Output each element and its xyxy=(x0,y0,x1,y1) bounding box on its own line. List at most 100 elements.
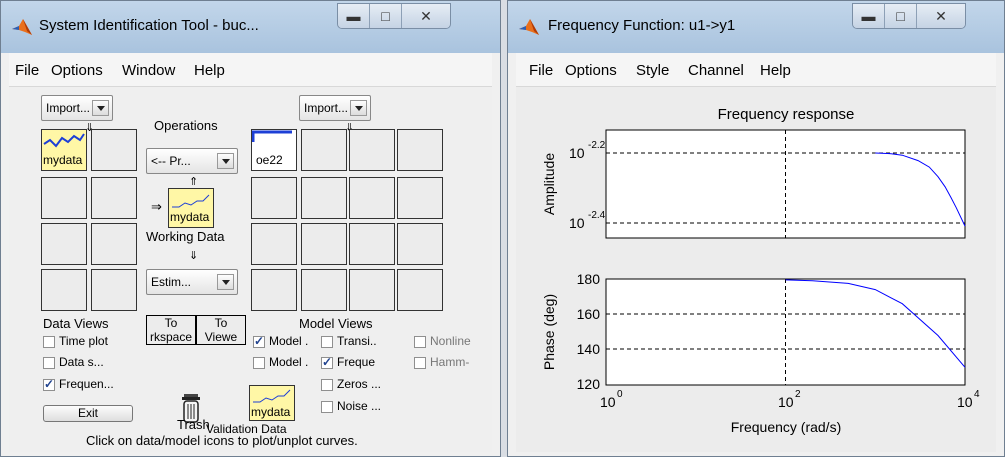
model-views-heading: Model Views xyxy=(299,316,373,331)
menu-bar: File Options Window Help xyxy=(9,53,492,87)
menu-options[interactable]: Options xyxy=(51,62,103,79)
model-slot[interactable] xyxy=(301,223,347,265)
close-icon[interactable]: ✕ xyxy=(917,4,965,28)
model-slot[interactable] xyxy=(349,177,395,219)
to-workspace-button[interactable]: To rkspace xyxy=(146,315,196,345)
data-slot[interactable] xyxy=(41,269,87,311)
data-views-heading: Data Views xyxy=(43,316,109,331)
model-slot[interactable] xyxy=(251,177,297,219)
model-view-checkbox[interactable] xyxy=(414,357,426,369)
model-icon-label: oe22 xyxy=(256,153,283,167)
preprocess-popup[interactable]: <-- Pr... xyxy=(146,148,238,174)
data-icon-label: mydata xyxy=(43,153,83,167)
window-title: Frequency Function: u1->y1 xyxy=(548,17,736,34)
x-tick-label: 10 xyxy=(957,394,973,410)
model-view-label: Noise ... xyxy=(337,399,382,413)
plot-title: Frequency response xyxy=(718,106,855,123)
data-view-checkbox[interactable] xyxy=(43,377,55,391)
working-data-label: Working Data xyxy=(146,229,225,244)
phase-tick-label: 140 xyxy=(577,341,601,357)
chevron-down-icon xyxy=(350,100,367,116)
to-viewer-button[interactable]: To Viewe xyxy=(196,315,246,345)
window-controls: ▬ □ ✕ xyxy=(852,3,966,29)
data-view-label: Time plot xyxy=(59,334,108,348)
model-view-checkbox[interactable] xyxy=(321,379,333,391)
model-slot[interactable] xyxy=(301,129,347,171)
menu-channel[interactable]: Channel xyxy=(688,62,744,79)
trash-label: Trash xyxy=(177,417,210,432)
menu-bar: File Options Style Channel Help xyxy=(516,53,996,87)
validation-data-icon[interactable]: mydata xyxy=(249,385,295,421)
matlab-logo-icon xyxy=(12,19,32,35)
model-slot[interactable] xyxy=(349,223,395,265)
title-bar[interactable]: Frequency Function: u1->y1 ▬ □ ✕ xyxy=(508,1,1004,53)
model-view-checkbox[interactable] xyxy=(414,336,426,348)
data-thumbnail-icon xyxy=(253,389,291,403)
x-tick-label: 10 xyxy=(600,394,616,410)
minimize-icon[interactable]: ▬ xyxy=(338,4,370,28)
model-view-checkbox[interactable] xyxy=(321,401,333,413)
menu-style[interactable]: Style xyxy=(636,62,669,79)
exit-button[interactable]: Exit xyxy=(43,405,133,422)
data-thumbnail-icon xyxy=(43,133,85,148)
working-data-icon[interactable]: mydata xyxy=(168,188,214,228)
data-view-checkbox[interactable] xyxy=(43,336,55,348)
model-slot[interactable] xyxy=(397,177,443,219)
model-slot[interactable] xyxy=(251,269,297,311)
model-slot[interactable] xyxy=(349,129,395,171)
phase-tick-label: 120 xyxy=(577,376,601,392)
import-data-popup[interactable]: Import... xyxy=(41,95,113,121)
model-view-label: Freque xyxy=(337,355,376,369)
data-slot[interactable] xyxy=(91,269,137,311)
data-icon-mydata[interactable]: mydata xyxy=(41,129,87,171)
menu-file[interactable]: File xyxy=(529,62,553,79)
model-view-checkbox[interactable] xyxy=(253,357,265,369)
model-slot[interactable] xyxy=(301,269,347,311)
model-icon-oe22[interactable]: oe22 xyxy=(251,129,297,171)
import-models-popup[interactable]: Import... xyxy=(299,95,371,121)
menu-help[interactable]: Help xyxy=(760,62,791,79)
model-slot[interactable] xyxy=(251,223,297,265)
model-view-label: Model . xyxy=(269,334,309,348)
model-slot[interactable] xyxy=(349,269,395,311)
x-tick-exponent: 4 xyxy=(974,389,980,400)
model-view-label: Transi.. xyxy=(337,334,377,348)
system-identification-window: System Identification Tool - buc... ▬ □ … xyxy=(0,0,501,457)
close-icon[interactable]: ✕ xyxy=(402,4,450,28)
estimate-popup[interactable]: Estim... xyxy=(146,269,238,295)
title-bar[interactable]: System Identification Tool - buc... ▬ □ … xyxy=(1,1,500,53)
status-text: Click on data/model icons to plot/unplot… xyxy=(86,433,358,448)
minimize-icon[interactable]: ▬ xyxy=(853,4,885,28)
menu-window[interactable]: Window xyxy=(122,62,175,79)
model-slot[interactable] xyxy=(301,177,347,219)
frequency-function-window: Frequency Function: u1->y1 ▬ □ ✕ File Op… xyxy=(507,0,1005,457)
data-view-checkbox[interactable] xyxy=(43,357,55,369)
x-tick-label: 10 xyxy=(778,394,794,410)
down-arrow-icon: ⇓ xyxy=(189,250,199,262)
menu-options[interactable]: Options xyxy=(565,62,617,79)
menu-file[interactable]: File xyxy=(15,62,39,79)
model-view-checkbox[interactable] xyxy=(321,336,333,348)
maximize-icon[interactable]: □ xyxy=(370,4,402,28)
maximize-icon[interactable]: □ xyxy=(885,4,917,28)
frequency-response-plot[interactable]: Frequency response 10 -2.2 10 -2.4 Ampli… xyxy=(516,87,998,454)
model-thumbnail-icon xyxy=(252,130,292,142)
data-slot[interactable] xyxy=(91,129,137,171)
chevron-down-icon xyxy=(92,100,109,116)
model-slot[interactable] xyxy=(397,129,443,171)
operations-label: Operations xyxy=(154,118,218,133)
data-slot[interactable] xyxy=(91,177,137,219)
phase-tick-label: 180 xyxy=(577,271,601,287)
x-tick-exponent: 0 xyxy=(617,389,623,400)
data-slot[interactable] xyxy=(41,223,87,265)
model-slot[interactable] xyxy=(397,269,443,311)
data-slot[interactable] xyxy=(91,223,137,265)
phase-axis-label: Phase (deg) xyxy=(541,294,557,370)
data-slot[interactable] xyxy=(41,177,87,219)
x-axis-label: Frequency (rad/s) xyxy=(731,419,841,435)
model-view-label: Hamm- xyxy=(430,355,470,369)
model-view-checkbox[interactable] xyxy=(321,355,333,369)
model-slot[interactable] xyxy=(397,223,443,265)
model-view-checkbox[interactable] xyxy=(253,334,265,348)
menu-help[interactable]: Help xyxy=(194,62,225,79)
